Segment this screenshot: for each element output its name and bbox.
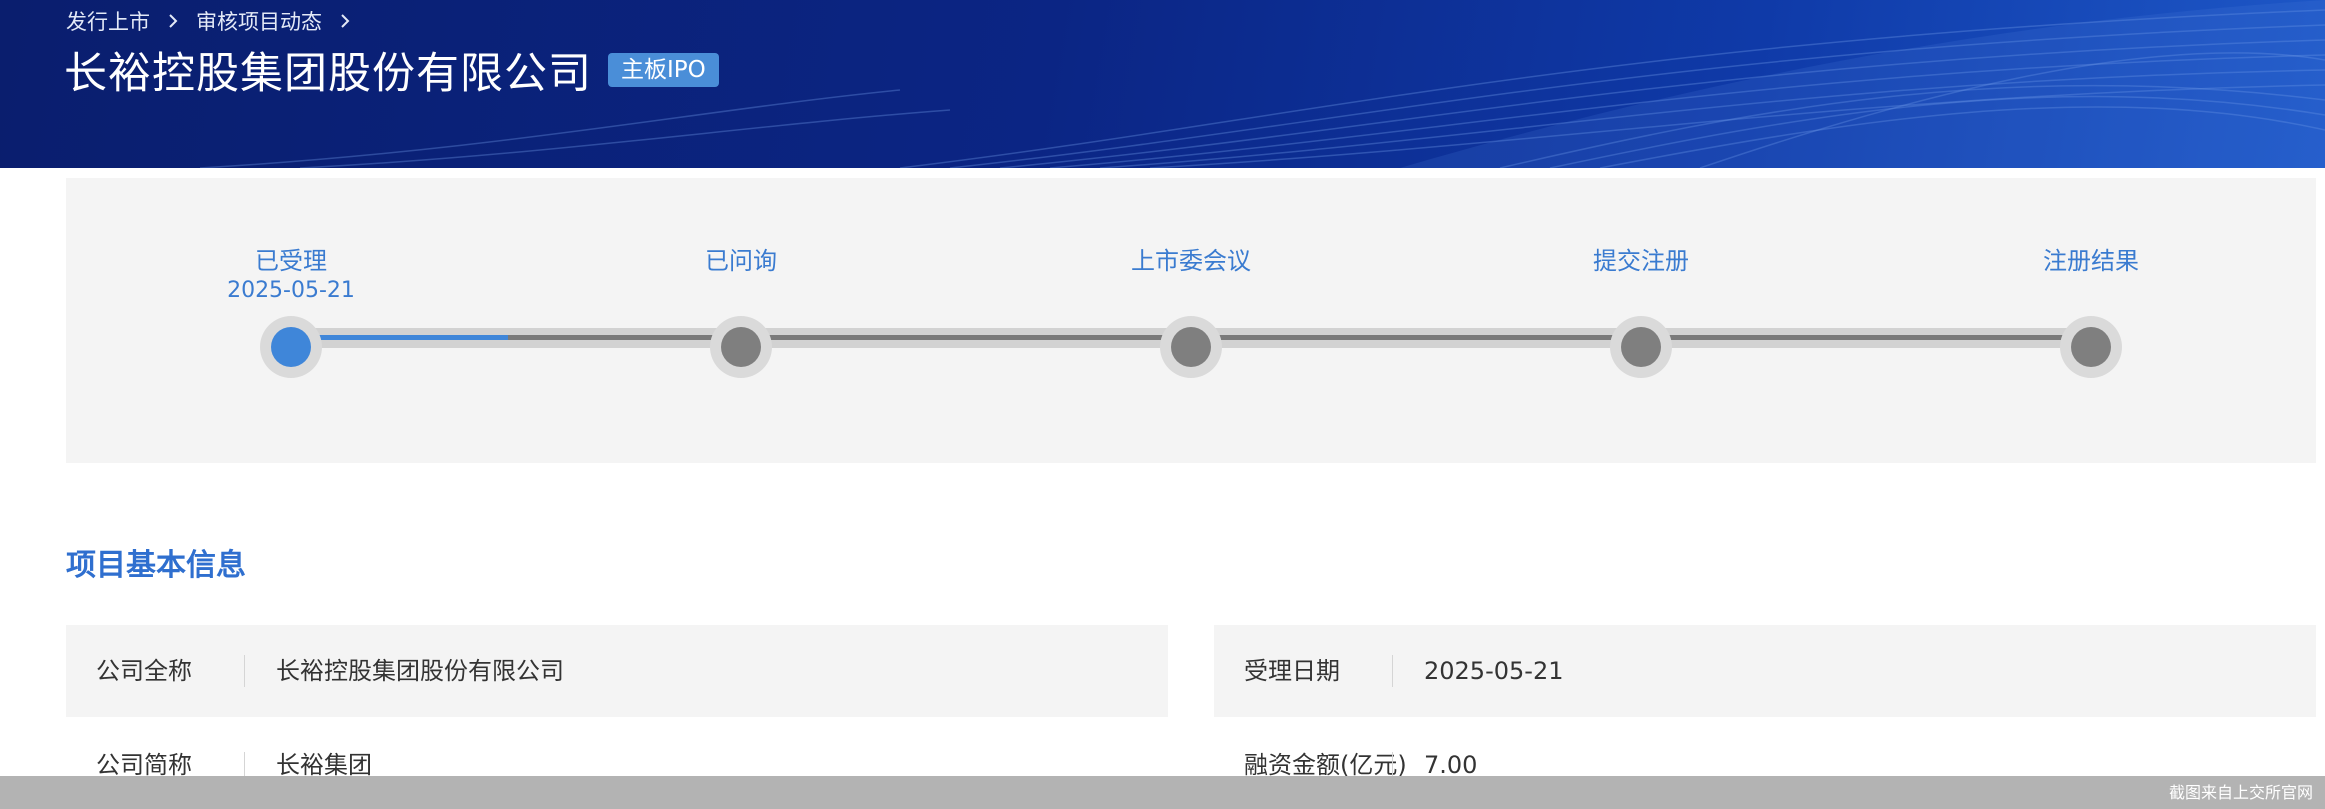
step-dot (1171, 327, 1211, 367)
info-company-full-name: 公司全称 长裕控股集团股份有限公司 (66, 625, 1168, 717)
step-node-inquiry (710, 316, 772, 378)
page-header: 发行上市 审核项目动态 长裕控股集团股份有限公司 主板IPO (0, 0, 2325, 168)
step-label: 已问询 (705, 247, 777, 275)
step-dot (2071, 327, 2111, 367)
step-registration-result: 注册结果 (2043, 246, 2139, 276)
step-node-accepted (260, 316, 322, 378)
board-badge: 主板IPO (608, 53, 719, 87)
step-date: 2025-05-21 (227, 278, 355, 303)
chevron-right-icon (341, 14, 350, 28)
info-label: 受理日期 (1244, 657, 1340, 685)
review-progress-panel: 已受理 2025-05-21 已问询 上市委会议 提交注册 注册结果 (66, 178, 2316, 463)
divider (244, 655, 245, 687)
step-dot (271, 327, 311, 367)
step-dot (721, 327, 761, 367)
info-accept-date: 受理日期 2025-05-21 (1214, 625, 2316, 717)
step-label: 已受理 (254, 247, 327, 275)
step-node-submit-registration (1610, 316, 1672, 378)
step-node-listing-committee (1160, 316, 1222, 378)
source-footer-bar: 截图来自上交所官网 (0, 776, 2325, 809)
chevron-right-icon (169, 14, 178, 28)
breadcrumb-item-review-dynamics[interactable]: 审核项目动态 (196, 6, 322, 36)
info-value: 长裕控股集团股份有限公司 (276, 657, 564, 685)
breadcrumb: 发行上市 审核项目动态 (66, 6, 354, 36)
step-dot (1621, 327, 1661, 367)
step-listing-committee: 上市委会议 (1131, 246, 1251, 276)
step-inquiry: 已问询 (705, 246, 777, 276)
step-accepted: 已受理 2025-05-21 (227, 246, 355, 306)
divider (1392, 655, 1393, 687)
source-note: 截图来自上交所官网 (2168, 783, 2313, 802)
page-title: 长裕控股集团股份有限公司 (64, 49, 592, 99)
section-title: 项目基本信息 (66, 548, 246, 583)
step-label: 注册结果 (2043, 247, 2139, 275)
step-submit-registration: 提交注册 (1593, 246, 1689, 276)
breadcrumb-item-listing[interactable]: 发行上市 (66, 6, 150, 36)
step-label: 上市委会议 (1131, 247, 1251, 275)
step-label: 提交注册 (1593, 247, 1689, 275)
step-node-registration-result (2060, 316, 2122, 378)
info-value: 2025-05-21 (1424, 657, 1564, 685)
info-label: 公司全称 (96, 657, 192, 685)
